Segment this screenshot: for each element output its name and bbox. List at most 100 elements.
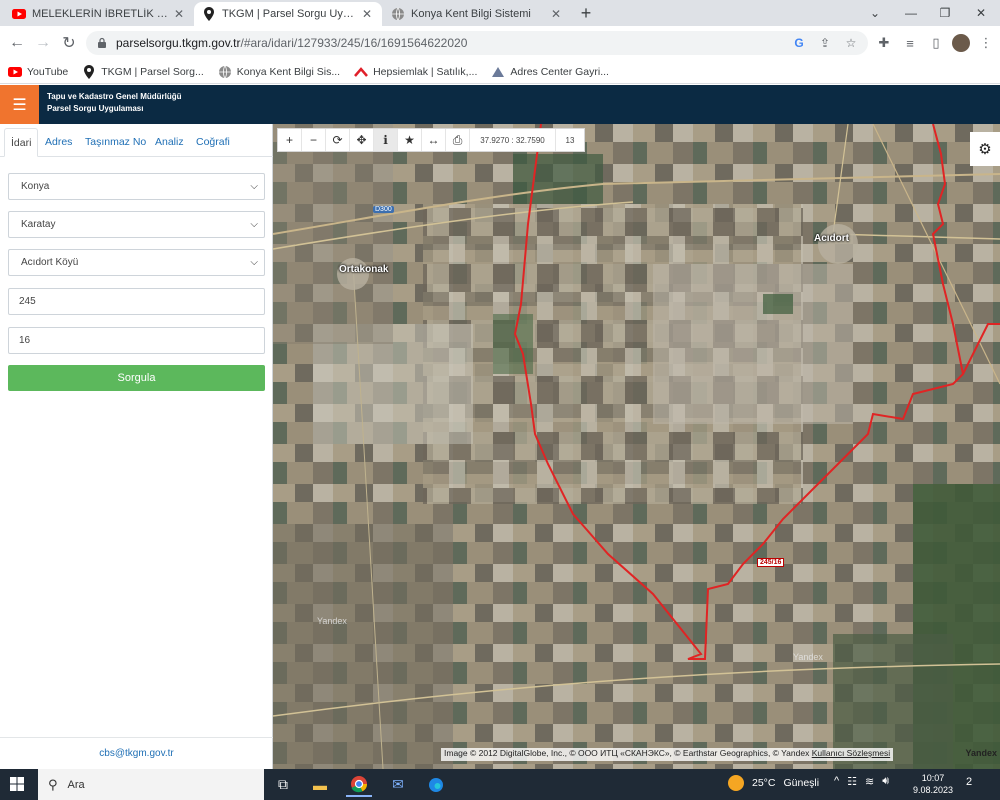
road-label: D300 bbox=[373, 206, 394, 213]
query-panel: İdari Adres Taşınmaz No Analiz Coğrafi K… bbox=[0, 124, 273, 769]
terms-link[interactable]: Kullanıcı Sözleşmesi bbox=[812, 748, 890, 758]
browser-tab-konya[interactable]: Konya Kent Bilgi Sistemi ✕ bbox=[383, 2, 571, 26]
hamburger-menu-icon[interactable]: ☰ bbox=[0, 85, 39, 124]
search-placeholder: Ara bbox=[67, 778, 85, 791]
menu-kebab-icon[interactable]: ⋮ bbox=[976, 30, 996, 56]
google-icon[interactable]: G bbox=[790, 34, 808, 52]
tab-tasinmaz-no[interactable]: Taşınmaz No bbox=[79, 128, 152, 157]
lock-icon bbox=[98, 37, 106, 48]
neighborhood-value: Acıdort Köyü bbox=[21, 257, 79, 268]
notification-icon[interactable]: 2 bbox=[966, 776, 982, 792]
tab-search-chevron-icon[interactable]: ⌄ bbox=[858, 0, 892, 26]
map-view[interactable]: + − ⟳ ✥ ℹ ★ ↔ ⎙ 37.9270 : 32.7590 13 ⚙ D… bbox=[273, 124, 1000, 769]
volume-icon[interactable]: 🔊︎ bbox=[882, 775, 889, 788]
neighborhood-select[interactable]: Acıdort Köyü ⌵ bbox=[8, 249, 265, 276]
task-view-icon[interactable]: ⧉ bbox=[270, 772, 296, 797]
map-toolbar: + − ⟳ ✥ ℹ ★ ↔ ⎙ 37.9270 : 32.7590 13 bbox=[277, 128, 585, 152]
reading-list-icon[interactable]: ≡ bbox=[900, 30, 920, 56]
network-icon[interactable]: ☷ bbox=[847, 775, 857, 788]
reload-icon[interactable]: ↻ bbox=[56, 30, 82, 56]
tab-adres[interactable]: Adres bbox=[39, 128, 78, 157]
hepsiemlak-icon bbox=[354, 65, 369, 79]
app-title: Tapu ve Kadastro Genel Müdürlüğü Parsel … bbox=[47, 91, 182, 115]
watermark-label: Yandex bbox=[317, 616, 347, 626]
bookmarks-bar: YouTube TKGM | Parsel Sorg... Konya Kent… bbox=[0, 60, 1000, 84]
windows-start-icon[interactable] bbox=[10, 777, 24, 791]
wifi-icon[interactable]: ≋ bbox=[865, 775, 874, 788]
tab-idari[interactable]: İdari bbox=[4, 128, 39, 157]
contact-email-link[interactable]: cbs@tkgm.gov.tr bbox=[99, 748, 173, 759]
attribution-text: Image © 2012 DigitalGlobe, Inc., © ООО И… bbox=[444, 748, 810, 758]
clock-time: 10:07 bbox=[921, 773, 945, 783]
minimize-button[interactable]: — bbox=[894, 0, 928, 26]
restore-button[interactable]: ❐ bbox=[928, 0, 962, 26]
browser-tab-youtube[interactable]: MELEKLERİN İBRETLİK HALLERİ - ✕ bbox=[4, 2, 194, 26]
tab-label: TKGM | Parsel Sorgu Uygulaması bbox=[222, 8, 356, 20]
info-icon[interactable]: ℹ bbox=[374, 129, 398, 151]
chevron-up-icon[interactable]: ^ bbox=[834, 775, 839, 788]
district-value: Karatay bbox=[21, 219, 56, 230]
globe-icon bbox=[391, 7, 405, 21]
profile-avatar[interactable] bbox=[952, 34, 970, 52]
share-icon[interactable]: ⇪ bbox=[816, 34, 834, 52]
query-button[interactable]: Sorgula bbox=[8, 365, 265, 391]
parcel-no-input[interactable]: 16 bbox=[8, 327, 265, 354]
taskbar-search[interactable]: ⚲ Ara bbox=[38, 769, 264, 800]
screen: MELEKLERİN İBRETLİK HALLERİ - ✕ TKGM | P… bbox=[0, 0, 1000, 800]
satellite-imagery bbox=[273, 124, 1000, 769]
parcel-label[interactable]: 245/16 bbox=[757, 558, 785, 567]
youtube-icon bbox=[12, 7, 26, 21]
place-label: Ortakonak bbox=[339, 264, 389, 275]
bookmark-tkgm[interactable]: TKGM | Parsel Sorg... bbox=[82, 64, 204, 79]
app-title-line2: Parsel Sorgu Uygulaması bbox=[47, 104, 144, 113]
extensions-puzzle-icon[interactable]: ✚ bbox=[874, 30, 894, 56]
weather-widget[interactable]: 25°C Güneşli bbox=[728, 775, 819, 791]
system-clock[interactable]: 10:07 9.08.2023 bbox=[913, 772, 953, 796]
new-tab-button[interactable]: + bbox=[576, 3, 596, 23]
app-title-line1: Tapu ve Kadastro Genel Müdürlüğü bbox=[47, 92, 182, 101]
zoom-out-icon[interactable]: − bbox=[302, 129, 326, 151]
windows-taskbar: ⚲ Ara ⧉ ▬ ✉ 25°C Güneşli ^ ☷ ≋ 🔊︎ 10:07 … bbox=[0, 769, 1000, 800]
bookmark-star-icon[interactable]: ☆ bbox=[842, 34, 860, 52]
tab-cografi[interactable]: Coğrafi bbox=[190, 128, 236, 157]
locate-icon[interactable]: ✥ bbox=[350, 129, 374, 151]
print-icon[interactable]: ⎙ bbox=[446, 129, 470, 151]
provider-logo: Yandex bbox=[965, 748, 997, 758]
zoom-in-icon[interactable]: + bbox=[278, 129, 302, 151]
browser-tab-tkgm[interactable]: TKGM | Parsel Sorgu Uygulaması ✕ bbox=[194, 2, 382, 26]
close-tab-icon[interactable]: ✕ bbox=[549, 7, 563, 21]
bookmark-label: Konya Kent Bilgi Sis... bbox=[236, 65, 341, 78]
edge-icon[interactable] bbox=[423, 772, 449, 797]
forward-arrow-icon[interactable]: → bbox=[30, 30, 56, 56]
tab-label: Konya Kent Bilgi Sistemi bbox=[411, 8, 531, 20]
close-tab-icon[interactable]: ✕ bbox=[172, 7, 186, 21]
mail-icon[interactable]: ✉ bbox=[385, 772, 411, 797]
address-bar[interactable]: parselsorgu.tkgm.gov.tr/#ara/idari/12793… bbox=[86, 31, 868, 55]
bookmark-label: YouTube bbox=[27, 65, 69, 78]
block-no-input[interactable]: 245 bbox=[8, 288, 265, 315]
file-explorer-icon[interactable]: ▬ bbox=[307, 772, 333, 797]
coordinate-readout: 37.9270 : 32.7590 bbox=[470, 129, 556, 151]
app-header: ☰ Tapu ve Kadastro Genel Müdürlüğü Parse… bbox=[0, 85, 1000, 124]
close-tab-icon[interactable]: ✕ bbox=[360, 7, 374, 21]
star-icon[interactable]: ★ bbox=[398, 129, 422, 151]
district-select[interactable]: Karatay ⌵ bbox=[8, 211, 265, 238]
province-select[interactable]: Konya ⌵ bbox=[8, 173, 265, 200]
bookmark-hepsiemlak[interactable]: Hepsiemlak | Satılık,... bbox=[354, 65, 477, 79]
settings-gear-icon[interactable]: ⚙ bbox=[970, 132, 1000, 166]
side-panel-icon[interactable]: ▯ bbox=[926, 30, 946, 56]
measure-icon[interactable]: ↔ bbox=[422, 129, 446, 151]
sun-icon bbox=[728, 775, 744, 791]
panel-footer: cbs@tkgm.gov.tr bbox=[0, 737, 273, 769]
province-value: Konya bbox=[21, 181, 50, 192]
bookmark-adres-center[interactable]: Adres Center Gayri... bbox=[491, 65, 609, 79]
tab-analiz[interactable]: Analiz bbox=[149, 128, 190, 157]
close-window-button[interactable]: ✕ bbox=[964, 0, 998, 26]
back-arrow-icon[interactable]: ← bbox=[4, 30, 30, 56]
weather-temp: 25°C bbox=[752, 777, 776, 789]
bookmark-youtube[interactable]: YouTube bbox=[8, 65, 68, 79]
bookmark-konya[interactable]: Konya Kent Bilgi Sis... bbox=[218, 65, 340, 79]
refresh-icon[interactable]: ⟳ bbox=[326, 129, 350, 151]
search-icon: ⚲ bbox=[48, 776, 58, 792]
chrome-icon[interactable] bbox=[346, 772, 372, 797]
